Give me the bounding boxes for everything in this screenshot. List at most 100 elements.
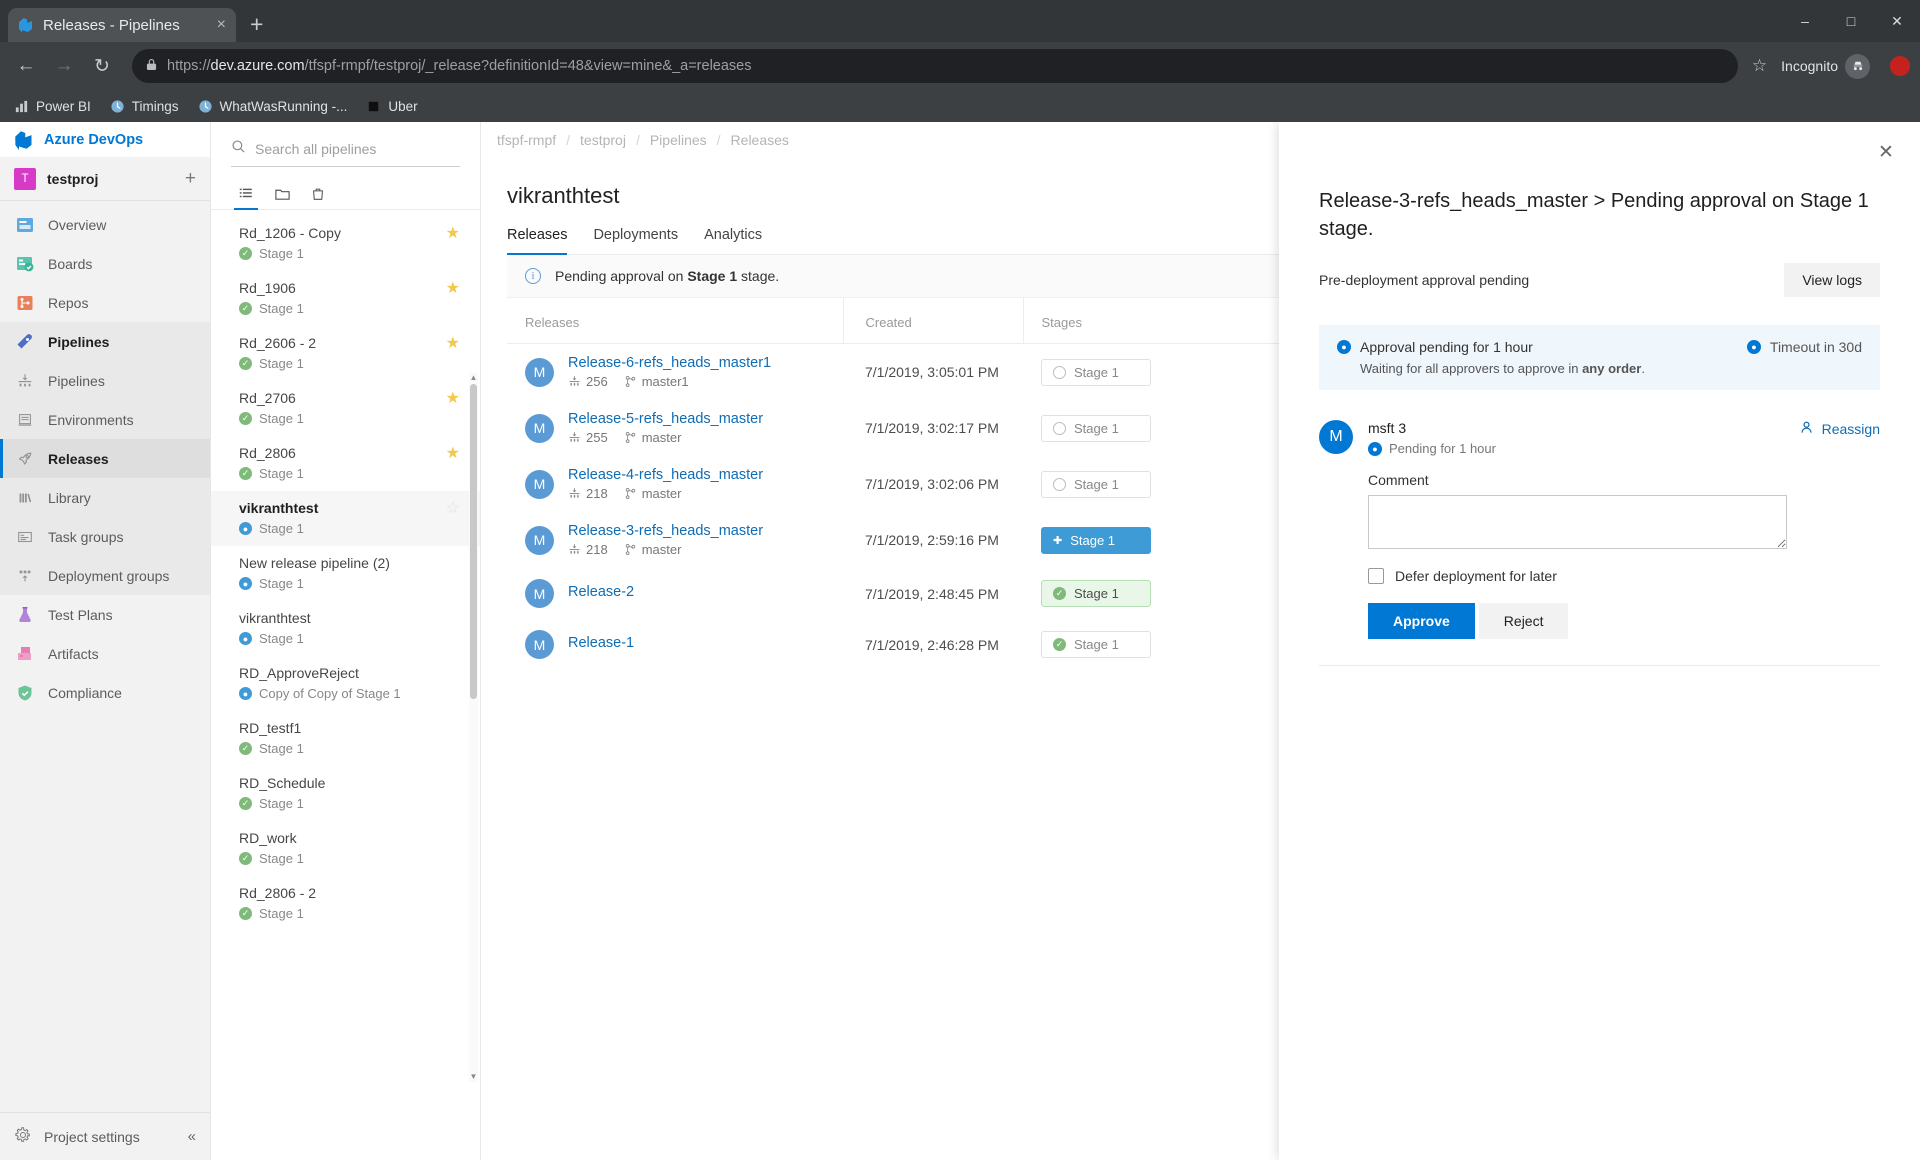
pipeline-list-item[interactable]: RD_ApproveReject ● Copy of Copy of Stage 1 [211,656,480,711]
profile-avatar[interactable] [1890,56,1910,76]
sidebar-item-compliance[interactable]: Compliance [0,673,210,712]
all-pipelines-view-icon[interactable] [231,179,261,210]
sidebar-item-overview[interactable]: Overview [0,205,210,244]
sidebar-item-test-plans[interactable]: Test Plans [0,595,210,634]
pipeline-list-item[interactable]: ★ Rd_2706 ✓ Stage 1 [211,381,480,436]
favorite-star-icon[interactable]: ★ [446,333,460,353]
bookmark-star-icon[interactable]: ☆ [1752,56,1767,76]
pipeline-stage: ✓ Stage 1 [239,796,460,811]
breadcrumb-releases[interactable]: Releases [731,132,789,148]
release-name-link[interactable]: Release-2 [568,584,634,600]
breadcrumb-org[interactable]: tfspf-rmpf [497,132,556,148]
nav-items-list: Overview Boards Repos Pipelines Pipeline… [0,201,210,1112]
pipeline-list-item[interactable]: RD_work ✓ Stage 1 [211,821,480,876]
pipeline-list-item[interactable]: ★ Rd_1906 ✓ Stage 1 [211,271,480,326]
defer-deployment-checkbox[interactable] [1368,568,1384,585]
back-icon[interactable]: ← [10,50,42,82]
project-settings-button[interactable]: Project settings « [0,1112,210,1160]
sidebar-item-label: Deployment groups [48,567,170,584]
tab-analytics[interactable]: Analytics [704,227,762,254]
new-tab-button[interactable]: + [250,11,263,38]
stage-badge[interactable]: Stage 1 [1041,358,1151,386]
pipeline-list-item[interactable]: ☆ vikranthtest ● Stage 1 [211,491,480,546]
stage-badge[interactable]: ✓ Stage 1 [1041,580,1151,607]
pipeline-list-item[interactable]: ★ Rd_2606 - 2 ✓ Stage 1 [211,326,480,381]
search-input[interactable] [255,141,460,157]
sidebar-item-environments[interactable]: Environments [0,400,210,439]
favorite-star-icon[interactable]: ☆ [446,498,460,518]
bookmark-timings[interactable]: Timings [110,99,179,114]
sidebar-item-library[interactable]: Library [0,478,210,517]
sidebar-item-artifacts[interactable]: Artifacts [0,634,210,673]
test-plans-icon [14,604,36,626]
scroll-up-arrow-icon[interactable]: ▲ [469,372,478,383]
tab-deployments[interactable]: Deployments [593,227,678,254]
favorite-star-icon[interactable]: ★ [446,278,460,298]
favorite-star-icon[interactable]: ★ [446,388,460,408]
defer-deployment-row[interactable]: Defer deployment for later [1368,568,1880,585]
minimize-window-button[interactable]: – [1782,0,1828,42]
close-tab-icon[interactable]: × [217,17,226,33]
release-name-link[interactable]: Release-1 [568,635,634,651]
sidebar-item-pipelines[interactable]: Pipelines [0,361,210,400]
comment-input[interactable] [1368,495,1787,550]
stage-badge[interactable]: Stage 1 [1041,470,1151,498]
sidebar-item-releases[interactable]: Releases [0,439,210,478]
sidebar-item-repos[interactable]: Repos [0,283,210,322]
pipeline-list-item[interactable]: RD_testf1 ✓ Stage 1 [211,711,480,766]
close-window-button[interactable]: ✕ [1874,0,1920,42]
stage-badge[interactable]: ✓ Stage 1 [1041,631,1151,658]
pipeline-name: New release pipeline (2) [239,555,390,571]
sidebar-item-deployment-groups[interactable]: Deployment groups [0,556,210,595]
approve-button[interactable]: Approve [1368,603,1475,640]
bookmark-whatwasrunning[interactable]: WhatWasRunning -... [198,99,347,114]
sidebar-item-boards[interactable]: Boards [0,244,210,283]
folder-icon[interactable] [267,179,297,209]
scroll-down-arrow-icon[interactable]: ▼ [469,1071,478,1082]
approver-name: msft 3 [1368,420,1407,437]
stage-badge[interactable]: ✚ Stage 1 [1041,526,1151,554]
azure-devops-header[interactable]: Azure DevOps [0,122,210,157]
pipeline-list-item[interactable]: ★ Rd_2806 ✓ Stage 1 [211,436,480,491]
pipeline-stage: ● Copy of Copy of Stage 1 [239,686,460,701]
reject-button[interactable]: Reject [1478,603,1569,640]
pipeline-list-item[interactable]: RD_Schedule ✓ Stage 1 [211,766,480,821]
search-pipelines-box[interactable] [231,139,460,167]
status-icon: ✓ [239,247,252,260]
browser-tab[interactable]: Releases - Pipelines × [8,8,236,42]
favorite-star-icon[interactable]: ★ [446,443,460,463]
reload-icon[interactable]: ↻ [86,50,118,82]
trash-icon[interactable] [303,179,333,209]
favorite-star-icon[interactable]: ★ [446,223,460,243]
release-name-link[interactable]: Release-4-refs_heads_master [568,467,763,483]
pipelines-scrollbar[interactable]: ▲ ▼ [469,372,478,1082]
sidebar-item-task-groups[interactable]: Task groups [0,517,210,556]
view-logs-button[interactable]: View logs [1784,263,1880,298]
address-bar[interactable]: https://dev.azure.com/tfspf-rmpf/testpro… [132,49,1738,83]
bookmark-uber[interactable]: Uber [366,99,418,114]
scrollbar-thumb[interactable] [470,384,477,699]
release-name-link[interactable]: Release-5-refs_heads_master [568,411,763,427]
forward-icon[interactable]: → [48,50,80,82]
breadcrumb-project[interactable]: testproj [580,132,626,148]
breadcrumb-pipelines[interactable]: Pipelines [650,132,707,148]
compliance-icon [14,682,36,704]
add-project-icon[interactable]: + [185,169,196,188]
incognito-indicator[interactable]: Incognito [1773,53,1878,79]
reassign-button[interactable]: Reassign [1799,420,1880,438]
pipeline-list-item[interactable]: vikranthtest ● Stage 1 [211,601,480,656]
collapse-sidebar-icon[interactable]: « [188,1128,196,1145]
succeeded-icon: ✓ [1053,587,1066,600]
project-selector[interactable]: T testproj + [0,157,210,201]
release-name-link[interactable]: Release-6-refs_heads_master1 [568,355,771,371]
maximize-window-button[interactable]: □ [1828,0,1874,42]
bookmark-power-bi[interactable]: Power BI [14,99,91,114]
pipeline-list-item[interactable]: Rd_2806 - 2 ✓ Stage 1 [211,876,480,931]
stage-badge[interactable]: Stage 1 [1041,414,1151,442]
pipeline-list-item[interactable]: New release pipeline (2) ● Stage 1 [211,546,480,601]
release-name-link[interactable]: Release-3-refs_heads_master [568,523,763,539]
tab-releases[interactable]: Releases [507,227,568,255]
close-panel-icon[interactable]: ✕ [1872,138,1900,166]
pipeline-list-item[interactable]: ★ Rd_1206 - Copy ✓ Stage 1 [211,216,480,271]
sidebar-item-pipelines-group[interactable]: Pipelines [0,322,210,361]
